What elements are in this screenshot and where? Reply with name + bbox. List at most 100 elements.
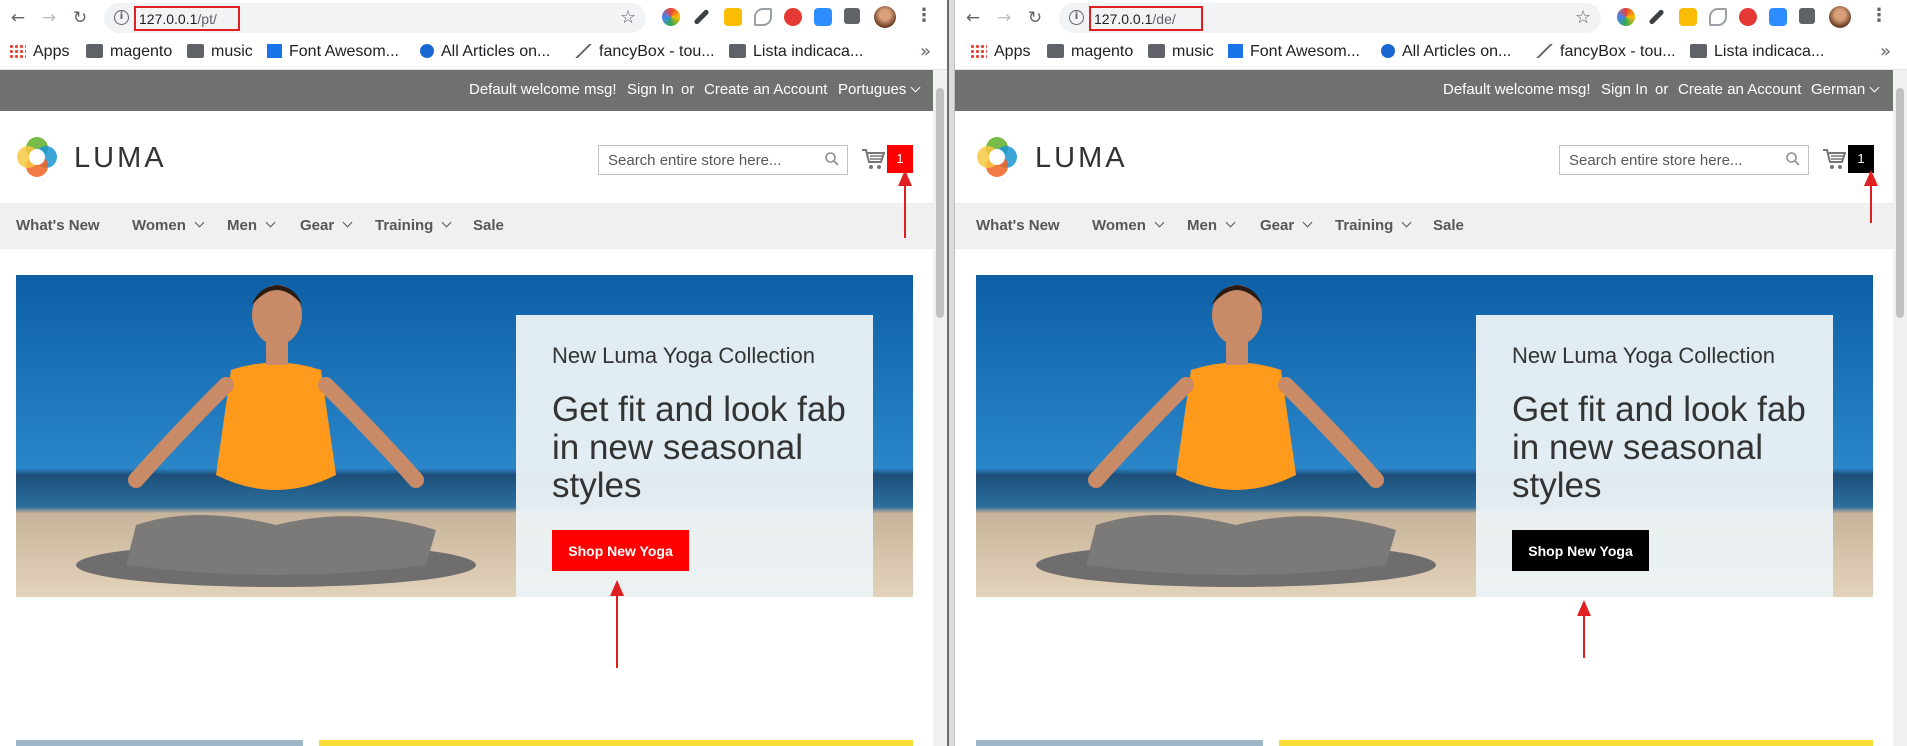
info-icon[interactable]: i xyxy=(1069,10,1084,25)
nav-item-sale[interactable]: Sale xyxy=(1433,217,1464,234)
search-icon[interactable] xyxy=(1786,152,1800,166)
search-field[interactable] xyxy=(1559,145,1809,175)
search-icon[interactable] xyxy=(825,152,839,166)
bookmark-magento[interactable]: magento xyxy=(86,43,172,61)
bookmark-lista[interactable]: Lista indicaca... xyxy=(729,43,863,61)
profile-avatar[interactable] xyxy=(874,6,896,28)
browser-toolbar: ← → ↻ i 127.0.0.1/pt/ ☆ ⋮ xyxy=(0,0,947,36)
forward-arrow-icon[interactable]: → xyxy=(992,6,1016,30)
nav-item-gear[interactable]: Gear xyxy=(300,217,353,234)
article-icon xyxy=(420,44,434,58)
nav-item-women[interactable]: Women xyxy=(132,217,205,234)
bookmark-all-articles[interactable]: All Articles on... xyxy=(1381,43,1511,61)
cart-icon[interactable] xyxy=(1822,148,1846,170)
bookmark-apps[interactable]: Apps xyxy=(9,43,69,61)
bookmark-all-articles[interactable]: All Articles on... xyxy=(420,43,550,61)
sign-in-link[interactable]: Sign In xyxy=(627,81,674,98)
info-icon[interactable]: i xyxy=(114,10,129,25)
shop-new-yoga-button[interactable]: Shop New Yoga xyxy=(1512,530,1649,571)
eyedropper-extension-icon[interactable] xyxy=(1648,8,1665,26)
hero-banner[interactable]: New Luma Yoga Collection Get fit and loo… xyxy=(976,275,1873,597)
cart-count-badge[interactable]: 1 xyxy=(1848,145,1874,173)
reload-icon[interactable]: ↻ xyxy=(1023,6,1047,30)
eyedropper-extension-icon[interactable] xyxy=(693,8,710,26)
sign-in-link[interactable]: Sign In xyxy=(1601,81,1648,98)
nav-item-whats-new[interactable]: What's New xyxy=(976,217,1060,234)
vertical-scrollbar[interactable] xyxy=(933,70,947,746)
hero-banner[interactable]: New Luma Yoga Collection Get fit and loo… xyxy=(16,275,913,597)
bookmark-star-icon[interactable]: ☆ xyxy=(620,7,636,28)
bookmark-lista[interactable]: Lista indicaca... xyxy=(1690,43,1824,61)
phone-extension-icon[interactable] xyxy=(1709,8,1727,26)
extensions-puzzle-icon[interactable] xyxy=(844,8,860,24)
scroll-thumb[interactable] xyxy=(936,88,944,318)
or-text: or xyxy=(1655,81,1669,98)
url-highlight[interactable]: 127.0.0.1/de/ xyxy=(1089,6,1203,31)
bookmark-label: magento xyxy=(1071,43,1134,60)
forward-arrow-icon[interactable]: → xyxy=(37,6,61,30)
search-field[interactable] xyxy=(598,145,848,175)
logo-text: LUMA xyxy=(74,142,167,174)
language-switcher[interactable]: German xyxy=(1811,81,1880,98)
cart-icon[interactable] xyxy=(861,148,885,170)
zoom-extension-icon[interactable] xyxy=(814,8,832,26)
extensions-puzzle-icon[interactable] xyxy=(1799,8,1815,24)
nav-item-training[interactable]: Training xyxy=(1335,217,1412,234)
zoom-extension-icon[interactable] xyxy=(1769,8,1787,26)
nav-item-sale[interactable]: Sale xyxy=(473,217,504,234)
nav-item-gear[interactable]: Gear xyxy=(1260,217,1313,234)
nav-item-whats-new[interactable]: What's New xyxy=(16,217,100,234)
menu-dots-icon[interactable]: ⋮ xyxy=(1870,5,1888,26)
promo-tile-left[interactable] xyxy=(976,740,1263,746)
create-account-link[interactable]: Create an Account xyxy=(1678,81,1801,98)
promo-tile-right[interactable] xyxy=(319,740,913,746)
search-input[interactable] xyxy=(599,146,809,174)
nav-item-men[interactable]: Men xyxy=(1187,217,1236,234)
record-extension-icon[interactable] xyxy=(784,8,802,26)
nav-label: What's New xyxy=(16,217,100,234)
color-picker-extension-icon[interactable] xyxy=(1617,8,1635,26)
address-bar[interactable]: i 127.0.0.1/pt/ ☆ xyxy=(104,3,646,33)
reload-icon[interactable]: ↻ xyxy=(68,6,92,30)
nav-item-men[interactable]: Men xyxy=(227,217,276,234)
luma-logo-icon[interactable] xyxy=(976,136,1018,178)
profile-avatar[interactable] xyxy=(1829,6,1851,28)
bookmark-font-awesome[interactable]: Font Awesom... xyxy=(1228,43,1360,61)
nav-item-training[interactable]: Training xyxy=(375,217,452,234)
bookmark-star-icon[interactable]: ☆ xyxy=(1575,7,1591,28)
color-picker-extension-icon[interactable] xyxy=(662,8,680,26)
create-account-link[interactable]: Create an Account xyxy=(704,81,827,98)
panel-header: Default welcome msg! Sign In or Create a… xyxy=(0,70,933,111)
url-highlight[interactable]: 127.0.0.1/pt/ xyxy=(134,6,240,31)
menu-dots-icon[interactable]: ⋮ xyxy=(915,5,933,26)
nav-item-women[interactable]: Women xyxy=(1092,217,1165,234)
luma-logo-icon[interactable] xyxy=(16,136,58,178)
notes-extension-icon[interactable] xyxy=(724,8,742,26)
back-arrow-icon[interactable]: ← xyxy=(6,6,30,30)
scroll-thumb[interactable] xyxy=(1896,88,1904,318)
language-switcher[interactable]: Portugues xyxy=(838,81,921,98)
back-arrow-icon[interactable]: ← xyxy=(961,6,985,30)
bookmarks-more-icon[interactable]: » xyxy=(1880,41,1891,62)
cart-count-badge[interactable]: 1 xyxy=(887,145,913,173)
bookmark-music[interactable]: music xyxy=(1148,43,1214,61)
bookmarks-more-icon[interactable]: » xyxy=(920,41,931,62)
bookmark-fancybox[interactable]: fancyBox - tou... xyxy=(575,43,715,61)
bookmark-font-awesome[interactable]: Font Awesom... xyxy=(267,43,399,61)
bookmark-apps[interactable]: Apps xyxy=(970,43,1030,61)
bookmarks-bar: Apps magento music Font Awesom... All Ar… xyxy=(0,36,947,70)
vertical-scrollbar[interactable] xyxy=(1893,70,1907,746)
bookmark-music[interactable]: music xyxy=(187,43,253,61)
notes-extension-icon[interactable] xyxy=(1679,8,1697,26)
welcome-message: Default welcome msg! xyxy=(1443,81,1591,98)
bookmark-label: Lista indicaca... xyxy=(1714,43,1825,60)
promo-tile-right[interactable] xyxy=(1279,740,1873,746)
promo-tile-left[interactable] xyxy=(16,740,303,746)
record-extension-icon[interactable] xyxy=(1739,8,1757,26)
phone-extension-icon[interactable] xyxy=(754,8,772,26)
search-input[interactable] xyxy=(1560,146,1770,174)
bookmark-fancybox[interactable]: fancyBox - tou... xyxy=(1536,43,1676,61)
bookmark-magento[interactable]: magento xyxy=(1047,43,1133,61)
shop-new-yoga-button[interactable]: Shop New Yoga xyxy=(552,530,689,571)
address-bar[interactable]: i 127.0.0.1/de/ ☆ xyxy=(1059,3,1601,33)
